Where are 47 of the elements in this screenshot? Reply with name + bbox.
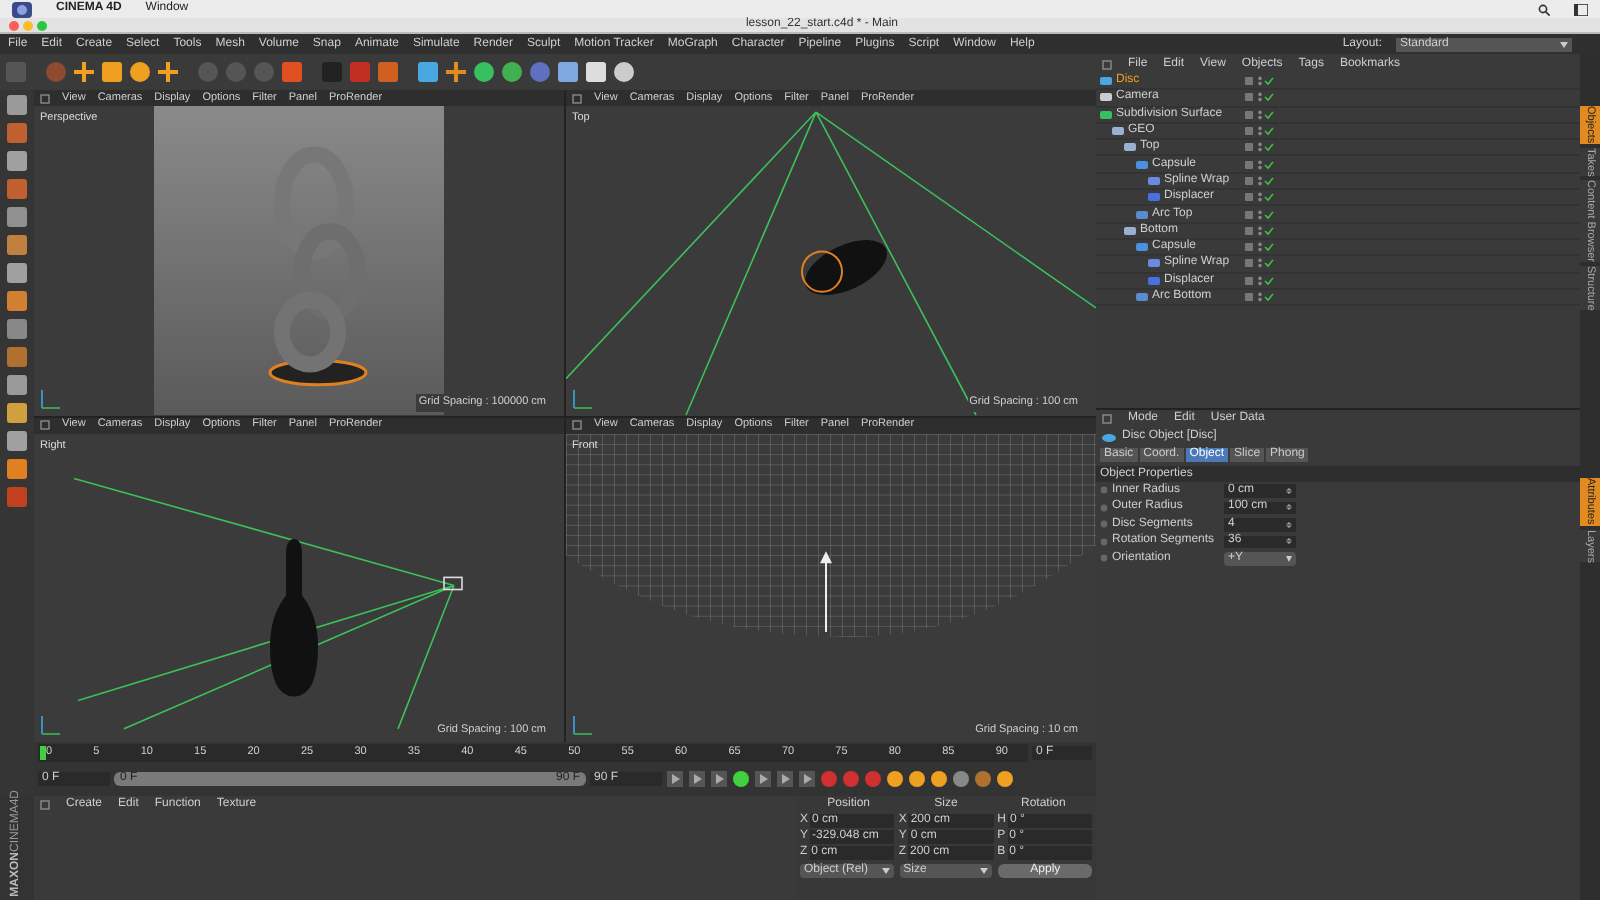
axis-gizmo-icon: [572, 385, 596, 409]
mode-icon: [6, 374, 28, 396]
list-icon: [1574, 3, 1588, 15]
capsule-drawing: [801, 240, 887, 296]
mode-icon: [6, 262, 28, 284]
caret-icon: [980, 867, 989, 873]
panel-icon: [40, 93, 50, 103]
tool-icon: [6, 346, 28, 368]
tool-icon: [6, 122, 28, 144]
axis-gizmo-icon: [40, 385, 64, 409]
stepper-icon: [1286, 504, 1292, 511]
axis-gizmo-icon: [40, 712, 64, 736]
mode-icon: [6, 206, 28, 228]
panel-icon: [40, 799, 50, 809]
panel-icon: [1102, 60, 1112, 70]
mode-icon: [6, 430, 28, 452]
search-icon: [1538, 3, 1550, 15]
panel-icon: [1102, 414, 1112, 424]
panel-icon: [40, 420, 50, 430]
play-icon: [732, 769, 750, 787]
panel-icon: [572, 93, 582, 103]
disc-icon: [1102, 433, 1116, 441]
panel-icon: [572, 420, 582, 430]
axis-arrow-drawing: [820, 550, 832, 631]
stepper-icon: [1286, 538, 1292, 545]
record-icon: [820, 769, 838, 787]
axis-gizmo-icon: [572, 712, 596, 736]
tool-icon: [6, 178, 28, 200]
sphere-icon: [500, 60, 524, 84]
sphere-icon: [472, 60, 496, 84]
tool-icon: [6, 234, 28, 256]
app-logo-icon: [12, 1, 32, 17]
caret-icon: [1560, 41, 1568, 47]
playhead[interactable]: [40, 746, 46, 760]
tool-icon: [6, 402, 28, 424]
mode-icon: [6, 318, 28, 340]
tool-icon: [6, 290, 28, 312]
tool-icon: [6, 458, 28, 480]
caret-icon: [1286, 555, 1292, 562]
window-controls-icon: [8, 19, 52, 31]
mode-icon: [6, 150, 28, 172]
stepper-icon: [1286, 487, 1292, 494]
add-icon: [156, 60, 180, 84]
mode-icon: [6, 486, 28, 508]
caret-icon: [881, 867, 890, 873]
mode-icon: [6, 94, 28, 116]
stepper-icon: [1286, 521, 1292, 528]
